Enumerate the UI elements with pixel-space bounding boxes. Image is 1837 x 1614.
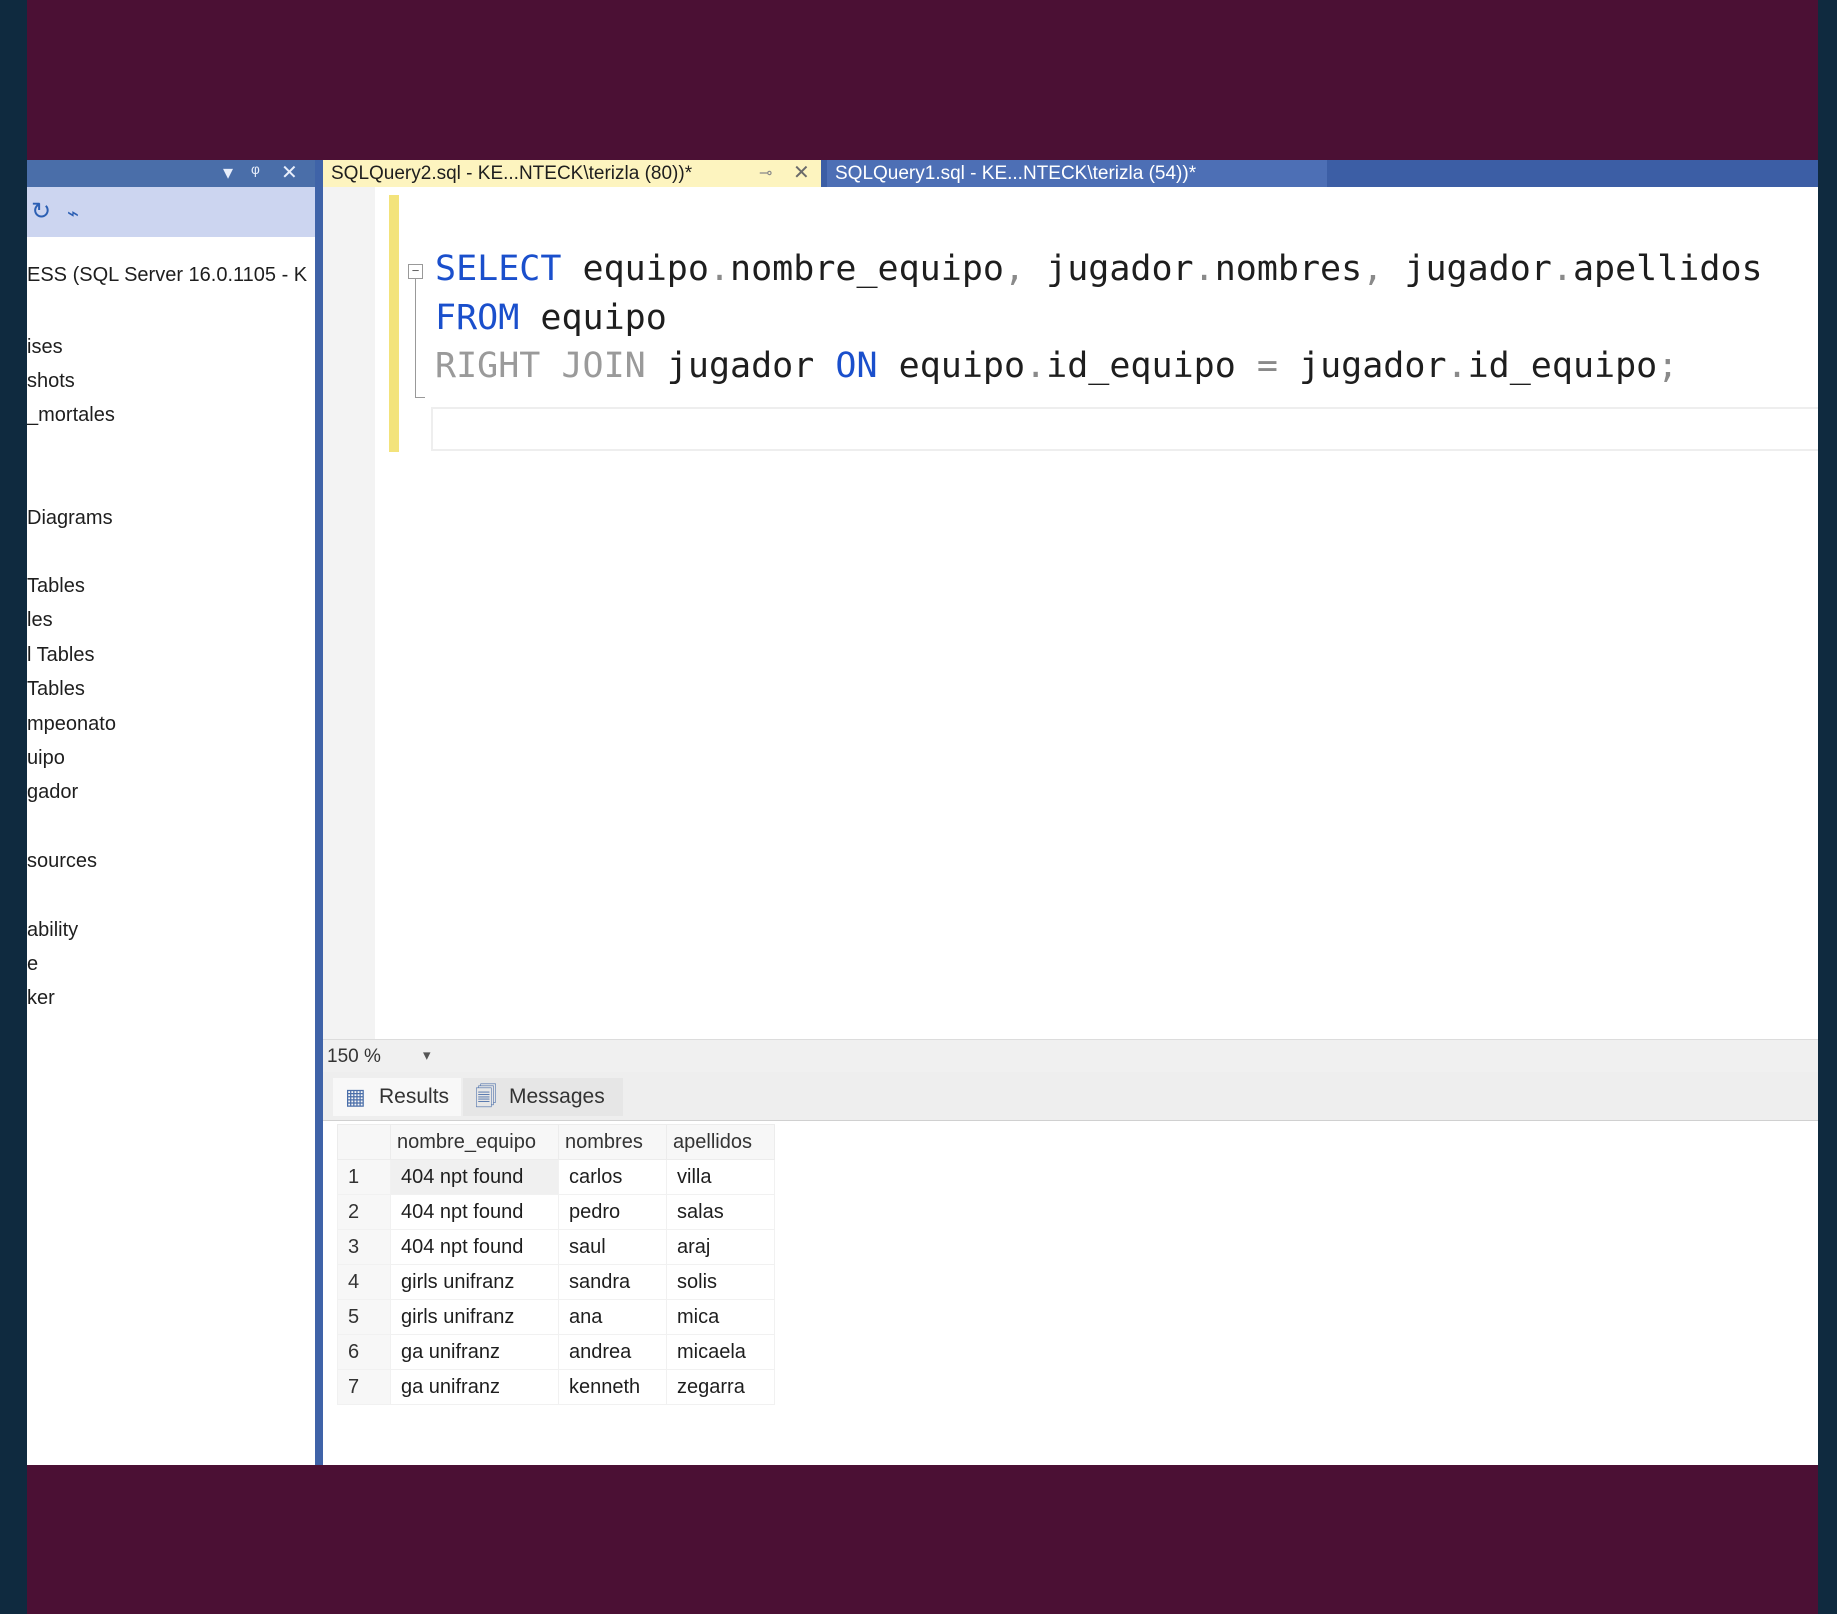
table-cell[interactable]: solis (666, 1264, 775, 1300)
row-number: 5 (337, 1299, 391, 1335)
table-cell[interactable]: pedro (558, 1194, 667, 1230)
table-cell[interactable]: mica (666, 1299, 775, 1335)
table-cell[interactable]: 404 npt found (390, 1159, 559, 1195)
tree-node[interactable]: ability (27, 918, 78, 942)
current-line-highlight (431, 407, 1818, 451)
explorer-title-bar: ▾ ᵠ ✕ (27, 160, 315, 187)
column-header[interactable]: nombre_equipo (390, 1124, 559, 1160)
table-row[interactable]: 5 girls unifranz ana mica (337, 1299, 775, 1335)
tab-sqlquery2[interactable]: SQLQuery2.sql - KE...NTECK\terizla (80))… (323, 160, 821, 187)
column-header[interactable]: nombres (558, 1124, 667, 1160)
tab-close-icon[interactable]: ✕ (793, 160, 810, 187)
table-row[interactable]: 7 ga unifranz kenneth zegarra (337, 1369, 775, 1405)
zoom-bar: 150 % ▾ (323, 1039, 1818, 1073)
table-cell[interactable]: ga unifranz (390, 1369, 559, 1405)
pin-icon[interactable]: ᵠ (251, 162, 260, 184)
table-cell[interactable]: ana (558, 1299, 667, 1335)
editor-gutter (323, 187, 375, 1039)
document-tab-bar: SQLQuery2.sql - KE...NTECK\terizla (80))… (323, 160, 1818, 187)
change-tracking-bar (389, 195, 399, 452)
table-cell[interactable]: salas (666, 1194, 775, 1230)
explorer-toolbar: ↻ ⌁ (27, 187, 315, 237)
table-cell[interactable]: 404 npt found (390, 1229, 559, 1265)
activity-icon[interactable]: ⌁ (67, 201, 79, 227)
query-editor[interactable]: − SELECT equipo.nombre_equipo, jugador.n… (323, 187, 1818, 1039)
collapse-icon[interactable]: − (408, 264, 423, 279)
tree-node[interactable]: l Tables (27, 643, 94, 667)
tree-node[interactable]: ises (27, 335, 63, 359)
tab-label: Messages (509, 1085, 605, 1108)
table-cell[interactable]: 404 npt found (390, 1194, 559, 1230)
tree-node[interactable]: gador (27, 780, 78, 804)
table-cell[interactable]: kenneth (558, 1369, 667, 1405)
close-icon[interactable]: ✕ (281, 162, 298, 184)
results-pane: ▦ Results 🗐 Messages nombre_equipo nombr… (323, 1072, 1818, 1465)
refresh-icon[interactable]: ↻ (31, 199, 51, 225)
table-row[interactable]: 2 404 npt found pedro salas (337, 1194, 775, 1230)
tree-node[interactable]: sources (27, 849, 97, 873)
tree-node[interactable]: mpeonato (27, 712, 116, 736)
table-cell[interactable]: carlos (558, 1159, 667, 1195)
fold-line (415, 279, 416, 397)
tree-node[interactable]: e (27, 952, 38, 976)
object-explorer: ▾ ᵠ ✕ ↻ ⌁ ESS (SQL Server 16.0.1105 - K … (27, 160, 317, 1465)
code-line-1: SELECT equipo.nombre_equipo, jugador.nom… (435, 249, 1763, 289)
tab-messages[interactable]: 🗐 Messages (463, 1078, 623, 1116)
table-cell[interactable]: micaela (666, 1334, 775, 1370)
tree-node[interactable]: uipo (27, 746, 65, 770)
results-grid[interactable]: nombre_equipo nombres apellidos 1 404 npt… (337, 1124, 775, 1405)
tree-node[interactable]: Tables (27, 574, 85, 598)
column-header[interactable]: apellidos (666, 1124, 775, 1160)
table-cell[interactable]: araj (666, 1229, 775, 1265)
zoom-select[interactable]: 150 % (327, 1046, 381, 1068)
table-cell[interactable]: girls unifranz (390, 1299, 559, 1335)
row-number: 7 (337, 1369, 391, 1405)
tab-label: SQLQuery2.sql - KE...NTECK\terizla (80))… (331, 163, 693, 184)
panel-splitter[interactable] (315, 160, 323, 1465)
tab-pin-icon[interactable]: ⊸ (759, 160, 772, 187)
grid-header-row: nombre_equipo nombres apellidos (337, 1124, 775, 1160)
table-row[interactable]: 6 ga unifranz andrea micaela (337, 1334, 775, 1370)
table-cell[interactable]: ga unifranz (390, 1334, 559, 1370)
tree-node[interactable]: _mortales (27, 403, 115, 427)
table-row[interactable]: 1 404 npt found carlos villa (337, 1159, 775, 1195)
dropdown-icon[interactable]: ▾ (223, 162, 233, 184)
row-number: 1 (337, 1159, 391, 1195)
tree-node[interactable]: ker (27, 986, 55, 1010)
tab-label: SQLQuery1.sql - KE...NTECK\terizla (54))… (835, 163, 1197, 184)
row-number: 3 (337, 1229, 391, 1265)
table-cell[interactable]: sandra (558, 1264, 667, 1300)
table-row[interactable]: 3 404 npt found saul araj (337, 1229, 775, 1265)
ssms-window: ▾ ᵠ ✕ ↻ ⌁ ESS (SQL Server 16.0.1105 - K … (27, 160, 1818, 1465)
table-cell[interactable]: andrea (558, 1334, 667, 1370)
table-cell[interactable]: saul (558, 1229, 667, 1265)
tree-node[interactable]: Diagrams (27, 506, 113, 530)
messages-icon: 🗐 (475, 1084, 497, 1109)
chevron-down-icon[interactable]: ▾ (423, 1046, 431, 1064)
tree-node[interactable]: shots (27, 369, 75, 393)
table-row[interactable]: 4 girls unifranz sandra solis (337, 1264, 775, 1300)
row-number-header (337, 1124, 391, 1160)
tab-label: Results (379, 1085, 450, 1108)
table-cell[interactable]: zegarra (666, 1369, 775, 1405)
tab-results[interactable]: ▦ Results (333, 1078, 461, 1116)
tree-node-server[interactable]: ESS (SQL Server 16.0.1105 - K (27, 263, 307, 287)
row-number: 6 (337, 1334, 391, 1370)
tree-node[interactable]: Tables (27, 677, 85, 701)
code-line-2: FROM equipo (435, 298, 667, 338)
fold-line-end (415, 397, 425, 398)
row-number: 4 (337, 1264, 391, 1300)
results-tabs: ▦ Results 🗐 Messages (323, 1072, 1818, 1121)
row-number: 2 (337, 1194, 391, 1230)
tab-sqlquery1[interactable]: SQLQuery1.sql - KE...NTECK\terizla (54))… (827, 160, 1327, 187)
table-cell[interactable]: girls unifranz (390, 1264, 559, 1300)
table-cell[interactable]: villa (666, 1159, 775, 1195)
code-line-3: RIGHT JOIN jugador ON equipo.id_equipo =… (435, 346, 1679, 386)
tree-node[interactable]: les (27, 608, 53, 632)
grid-icon: ▦ (345, 1084, 366, 1109)
